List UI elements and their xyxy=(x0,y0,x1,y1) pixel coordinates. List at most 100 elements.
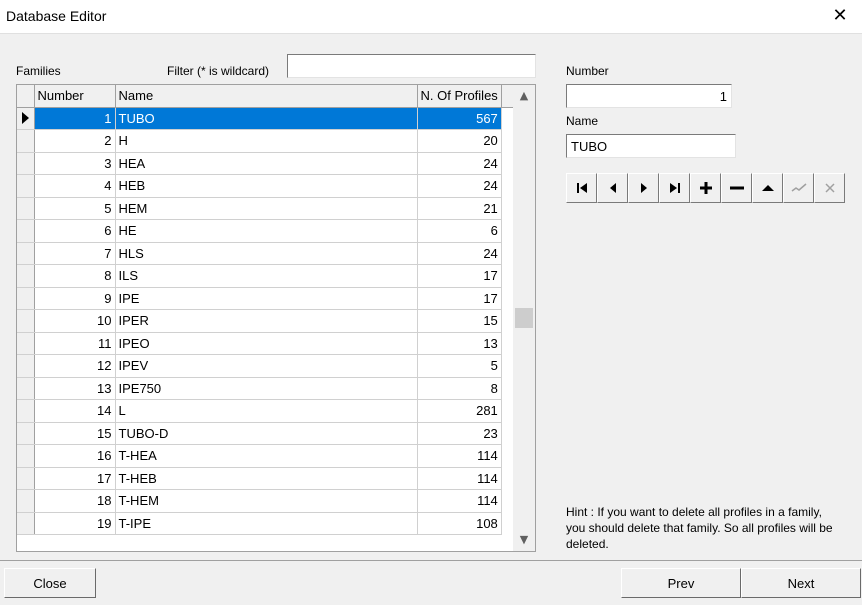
table-row[interactable]: 12 IPEV 5 xyxy=(17,354,514,378)
row-indicator[interactable] xyxy=(17,219,35,243)
delete-record-button[interactable] xyxy=(721,173,752,203)
row-name-cell[interactable]: IPEO xyxy=(115,332,418,355)
row-indicator[interactable] xyxy=(17,332,35,355)
scroll-thumb[interactable] xyxy=(515,308,533,328)
row-indicator[interactable] xyxy=(17,354,35,378)
row-indicator[interactable] xyxy=(17,422,35,445)
row-name-cell[interactable]: IPER xyxy=(115,309,418,333)
row-number-cell[interactable]: 2 xyxy=(34,129,116,153)
row-number-cell[interactable]: 6 xyxy=(34,219,116,243)
row-name-cell[interactable]: HEA xyxy=(115,152,418,175)
row-number-cell[interactable]: 7 xyxy=(34,242,116,265)
row-number-cell[interactable]: 3 xyxy=(34,152,116,175)
row-profiles-cell[interactable]: 114 xyxy=(417,467,502,490)
table-row[interactable]: 10 IPER 15 xyxy=(17,309,514,333)
row-number-cell[interactable]: 18 xyxy=(34,489,116,513)
row-name-cell[interactable]: ILS xyxy=(115,264,418,288)
close-icon[interactable]: ✕ xyxy=(830,6,850,26)
row-indicator[interactable] xyxy=(17,242,35,265)
row-name-cell[interactable]: TUBO xyxy=(115,107,418,130)
row-profiles-cell[interactable]: 114 xyxy=(417,489,502,513)
row-name-cell[interactable]: T-IPE xyxy=(115,512,418,535)
row-profiles-cell[interactable]: 114 xyxy=(417,444,502,468)
row-profiles-cell[interactable]: 24 xyxy=(417,174,502,198)
table-row[interactable]: 13 IPE750 8 xyxy=(17,377,514,400)
row-indicator[interactable] xyxy=(17,174,35,198)
row-number-cell[interactable]: 11 xyxy=(34,332,116,355)
row-number-cell[interactable]: 1 xyxy=(34,107,116,130)
row-profiles-cell[interactable]: 21 xyxy=(417,197,502,220)
row-profiles-cell[interactable]: 15 xyxy=(417,309,502,333)
table-row[interactable]: 11 IPEO 13 xyxy=(17,332,514,355)
row-profiles-cell[interactable]: 108 xyxy=(417,512,502,535)
grid-vertical-scrollbar[interactable]: ▲ ▼ xyxy=(513,85,535,551)
row-indicator[interactable] xyxy=(17,264,35,288)
last-record-button[interactable] xyxy=(659,173,690,203)
row-number-cell[interactable]: 17 xyxy=(34,467,116,490)
row-indicator[interactable] xyxy=(17,512,35,535)
row-number-cell[interactable]: 19 xyxy=(34,512,116,535)
row-name-cell[interactable]: HE xyxy=(115,219,418,243)
row-name-cell[interactable]: IPEV xyxy=(115,354,418,378)
next-button[interactable]: Next xyxy=(741,568,861,598)
row-indicator[interactable] xyxy=(17,107,35,130)
table-row[interactable]: 2 H 20 xyxy=(17,129,514,153)
row-name-cell[interactable]: IPE750 xyxy=(115,377,418,400)
edit-record-button[interactable] xyxy=(752,173,783,203)
close-button[interactable]: Close xyxy=(4,568,96,598)
table-row[interactable]: 14 L 281 xyxy=(17,399,514,423)
table-row[interactable]: 3 HEA 24 xyxy=(17,152,514,175)
row-profiles-cell[interactable]: 13 xyxy=(417,332,502,355)
row-number-cell[interactable]: 4 xyxy=(34,174,116,198)
row-profiles-cell[interactable]: 5 xyxy=(417,354,502,378)
row-number-cell[interactable]: 14 xyxy=(34,399,116,423)
row-profiles-cell[interactable]: 20 xyxy=(417,129,502,153)
row-number-cell[interactable]: 13 xyxy=(34,377,116,400)
row-indicator[interactable] xyxy=(17,309,35,333)
filter-input[interactable] xyxy=(287,54,536,78)
row-name-cell[interactable]: HLS xyxy=(115,242,418,265)
row-indicator[interactable] xyxy=(17,152,35,175)
table-row[interactable]: 19 T-IPE 108 xyxy=(17,512,514,535)
row-name-cell[interactable]: TUBO-D xyxy=(115,422,418,445)
insert-record-button[interactable] xyxy=(690,173,721,203)
row-number-cell[interactable]: 9 xyxy=(34,287,116,310)
row-profiles-cell[interactable]: 6 xyxy=(417,219,502,243)
row-number-cell[interactable]: 16 xyxy=(34,444,116,468)
row-indicator[interactable] xyxy=(17,287,35,310)
scroll-up-icon[interactable]: ▲ xyxy=(513,87,535,105)
post-record-button[interactable] xyxy=(783,173,814,203)
row-number-cell[interactable]: 5 xyxy=(34,197,116,220)
row-profiles-cell[interactable]: 567 xyxy=(417,107,502,130)
column-header-number[interactable]: Number xyxy=(34,85,116,108)
row-profiles-cell[interactable]: 8 xyxy=(417,377,502,400)
row-name-cell[interactable]: T-HEM xyxy=(115,489,418,513)
row-indicator[interactable] xyxy=(17,444,35,468)
table-row[interactable]: 8 ILS 17 xyxy=(17,264,514,288)
row-number-cell[interactable]: 15 xyxy=(34,422,116,445)
scroll-down-icon[interactable]: ▼ xyxy=(513,531,535,549)
cancel-record-button[interactable] xyxy=(814,173,845,203)
row-number-cell[interactable]: 12 xyxy=(34,354,116,378)
row-number-cell[interactable]: 8 xyxy=(34,264,116,288)
table-row[interactable]: 1 TUBO 567 xyxy=(17,107,514,130)
row-indicator[interactable] xyxy=(17,399,35,423)
row-indicator[interactable] xyxy=(17,467,35,490)
table-row[interactable]: 16 T-HEA 114 xyxy=(17,444,514,468)
first-record-button[interactable] xyxy=(566,173,597,203)
row-name-cell[interactable]: L xyxy=(115,399,418,423)
row-profiles-cell[interactable]: 24 xyxy=(417,242,502,265)
row-number-cell[interactable]: 10 xyxy=(34,309,116,333)
row-indicator[interactable] xyxy=(17,129,35,153)
row-name-cell[interactable]: HEM xyxy=(115,197,418,220)
row-indicator[interactable] xyxy=(17,489,35,513)
prev-button[interactable]: Prev xyxy=(621,568,741,598)
row-profiles-cell[interactable]: 24 xyxy=(417,152,502,175)
table-row[interactable]: 9 IPE 17 xyxy=(17,287,514,310)
row-name-cell[interactable]: HEB xyxy=(115,174,418,198)
next-record-button[interactable] xyxy=(628,173,659,203)
row-name-cell[interactable]: IPE xyxy=(115,287,418,310)
column-header-name[interactable]: Name xyxy=(115,85,418,108)
name-field[interactable] xyxy=(566,134,736,158)
row-indicator[interactable] xyxy=(17,377,35,400)
